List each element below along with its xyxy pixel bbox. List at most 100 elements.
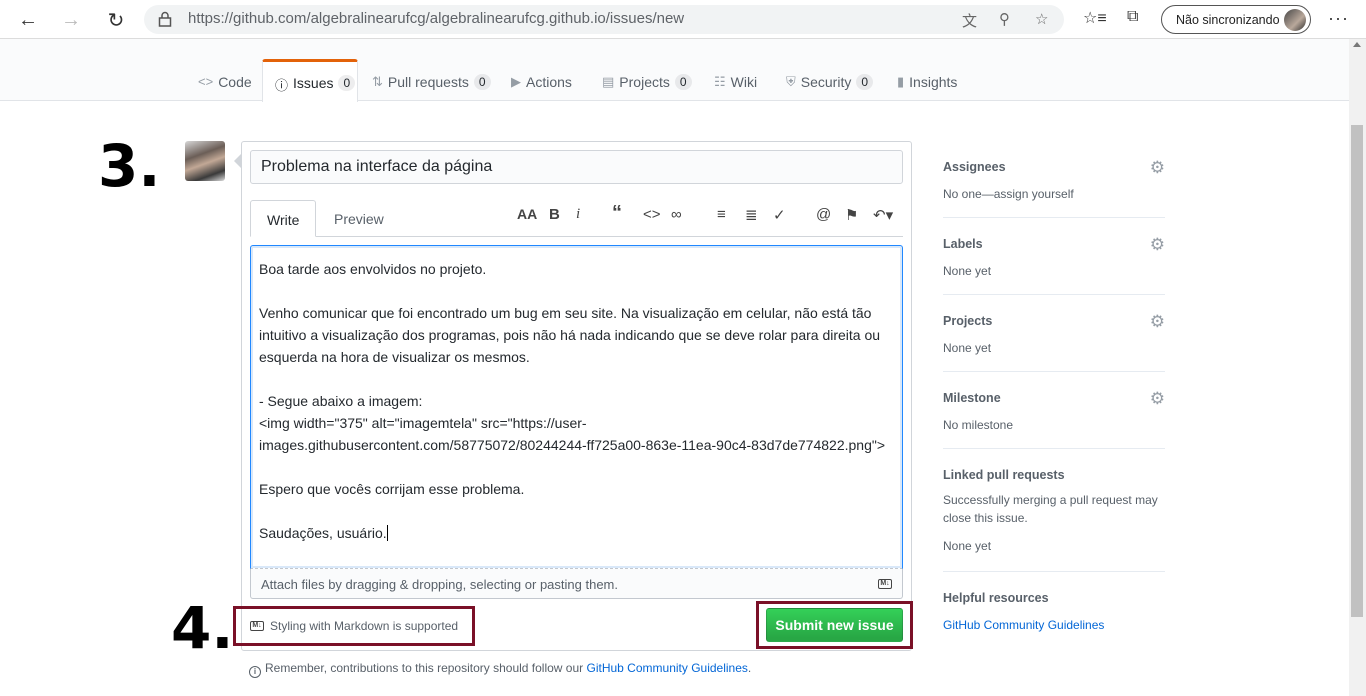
bookmark-icon[interactable]: ⚑ <box>845 206 858 224</box>
scrollbar-thumb[interactable] <box>1351 125 1363 617</box>
sidebar-value: None yet <box>943 264 992 278</box>
submit-new-issue-button[interactable]: Submit new issue <box>766 608 903 642</box>
url-text[interactable]: https://github.com/algebralinearufcg/alg… <box>188 10 684 27</box>
favorites-list-icon[interactable]: ☆≡ <box>1083 8 1107 28</box>
more-menu-icon[interactable]: ··· <box>1328 8 1349 29</box>
markdown-icon: M↓ <box>250 621 264 631</box>
tab-wiki[interactable]: ☷ Wiki <box>714 59 757 101</box>
sidebar-projects: Projects ⚙ None yet <box>943 312 1165 372</box>
tab-issues[interactable]: ⓘ Issues 0 <box>262 59 358 102</box>
sidebar-heading: Milestone <box>943 391 1001 405</box>
sidebar-value: None yet <box>943 341 992 355</box>
address-bar[interactable]: https://github.com/algebralinearufcg/alg… <box>144 5 1064 34</box>
divider <box>943 448 1165 449</box>
user-avatar[interactable] <box>185 141 225 181</box>
issue-body-text: Boa tarde aos envolvidos no projeto. Ven… <box>259 261 886 541</box>
markdown-icon: M↓ <box>878 579 892 589</box>
shield-icon: ⛨ <box>786 74 796 89</box>
tab-label: Pull requests <box>387 74 469 90</box>
markdown-note: Styling with Markdown is supported <box>270 619 459 633</box>
pull-request-icon: ⇅ <box>372 74 383 89</box>
sidebar-heading: Projects <box>943 314 993 328</box>
collections-icon[interactable]: ⧉ <box>1127 8 1138 26</box>
tab-counter: 0 <box>856 74 874 90</box>
tab-pull-requests[interactable]: ⇅ Pull requests 0 <box>372 59 491 101</box>
tab-label: Issues <box>293 75 334 91</box>
zoom-icon[interactable]: ⚲ <box>999 10 1010 28</box>
gear-icon[interactable]: ⚙ <box>1150 312 1165 332</box>
gear-icon[interactable]: ⚙ <box>1150 389 1165 409</box>
reply-icon[interactable]: ↶▾ <box>873 206 893 224</box>
sidebar-helpful-resources: Helpful resources GitHub Community Guide… <box>943 591 1165 634</box>
link-icon[interactable]: ∞ <box>671 206 682 223</box>
scroll-up-icon[interactable] <box>1353 42 1361 47</box>
sidebar-value: None yet <box>943 539 992 553</box>
sidebar-heading: Linked pull requests <box>943 468 1065 482</box>
tab-insights[interactable]: ▮ Insights <box>897 59 957 101</box>
forward-arrow-icon[interactable]: → <box>57 6 85 34</box>
tab-actions[interactable]: ▶ Actions <box>511 59 572 101</box>
sidebar-value: No milestone <box>943 418 1014 432</box>
refresh-icon[interactable]: ↻ <box>102 6 130 34</box>
heading-icon[interactable]: AA <box>517 206 537 222</box>
assign-yourself-link[interactable]: No one—assign yourself <box>943 185 1165 203</box>
sidebar-milestone: Milestone ⚙ No milestone <box>943 389 1165 449</box>
tab-write[interactable]: Write <box>250 200 317 237</box>
tab-label: Code <box>218 74 252 90</box>
annotation-number-3: 3. <box>98 132 161 200</box>
info-icon: i <box>249 666 261 678</box>
attach-files-bar[interactable]: Attach files by dragging & dropping, sel… <box>250 569 903 599</box>
gear-icon[interactable]: ⚙ <box>1150 158 1165 178</box>
divider <box>943 371 1165 372</box>
tab-label: Insights <box>909 74 958 90</box>
graph-icon: ▮ <box>897 74 905 89</box>
annotation-number-4: 4. <box>171 594 234 662</box>
task-list-icon[interactable]: ✓ <box>773 206 786 224</box>
tab-counter: 0 <box>473 74 491 90</box>
sidebar-description: Successfully merging a pull request may … <box>943 493 1158 525</box>
book-icon: ☷ <box>714 74 726 89</box>
quote-icon[interactable]: “ <box>612 202 622 225</box>
numbered-list-icon[interactable]: ≣ <box>745 206 758 224</box>
issue-title-input[interactable] <box>250 150 903 184</box>
repo-nav: <> Code ⓘ Issues 0 ⇅ Pull requests 0 ▶ Actions… <box>0 39 1349 102</box>
sidebar-labels: Labels ⚙ None yet <box>943 235 1165 295</box>
tab-label: Security <box>800 74 852 90</box>
favorite-star-icon[interactable]: ☆ <box>1035 10 1048 28</box>
profile-sync-button[interactable]: Não sincronizando <box>1161 5 1311 34</box>
sidebar-heading: Labels <box>943 237 983 251</box>
bullet-list-icon[interactable]: ≡ <box>717 206 726 223</box>
sidebar-heading: Assignees <box>943 160 1006 174</box>
tab-label: Wiki <box>730 74 758 90</box>
text-caret <box>386 525 388 541</box>
contribution-reminder: i Remember, contributions to this reposit… <box>249 661 751 678</box>
tab-preview[interactable]: Preview <box>318 200 400 237</box>
reminder-end: . <box>747 661 752 675</box>
tab-code[interactable]: <> Code <box>198 59 252 101</box>
divider <box>943 217 1165 218</box>
divider <box>943 294 1165 295</box>
tab-security[interactable]: ⛨ Security 0 <box>786 59 874 101</box>
tab-label: Projects <box>619 74 670 90</box>
community-guidelines-link[interactable]: GitHub Community Guidelines <box>943 618 1104 632</box>
page-scrollbar[interactable] <box>1349 39 1366 696</box>
tab-label: Actions <box>526 74 572 90</box>
translate-icon[interactable]: 文 <box>962 10 977 31</box>
sidebar-heading: Helpful resources <box>943 591 1049 605</box>
bold-icon[interactable]: B <box>549 206 560 223</box>
mention-icon[interactable]: @ <box>816 206 831 223</box>
browser-toolbar: ← → ↻ https://github.com/algebralinearuf… <box>0 0 1366 39</box>
sidebar-assignees: Assignees ⚙ No one—assign yourself <box>943 158 1165 218</box>
italic-icon[interactable]: i <box>576 206 580 223</box>
gear-icon[interactable]: ⚙ <box>1150 235 1165 255</box>
code-icon[interactable]: <> <box>643 206 661 223</box>
tab-projects[interactable]: ▤ Projects 0 <box>602 59 692 101</box>
issue-icon: ⓘ <box>275 78 289 93</box>
lock-icon <box>158 11 172 27</box>
sidebar-linked-pull-requests: Linked pull requests Successfully mergin… <box>943 468 1165 572</box>
back-arrow-icon[interactable]: ← <box>14 6 42 34</box>
markdown-supported-link[interactable]: M↓ Styling with Markdown is supported <box>233 606 475 646</box>
issue-body-textarea[interactable]: Boa tarde aos envolvidos no projeto. Ven… <box>250 245 903 569</box>
community-guidelines-link[interactable]: GitHub Community Guidelines <box>587 661 748 675</box>
play-icon: ▶ <box>511 74 521 89</box>
